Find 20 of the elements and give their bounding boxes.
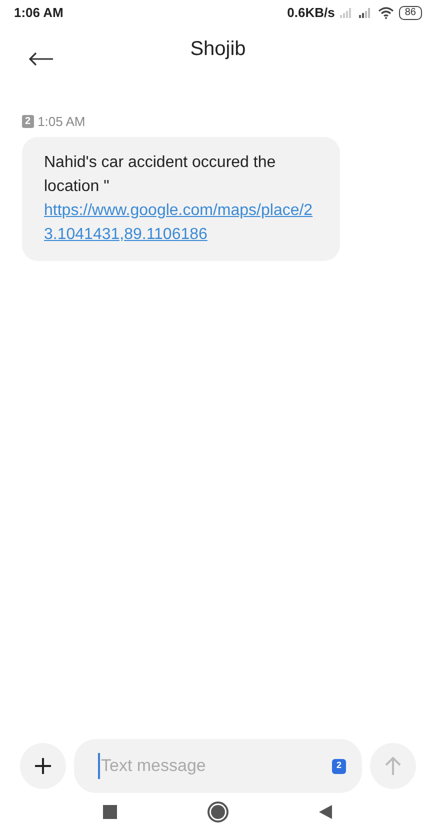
up-arrow-icon xyxy=(384,756,402,776)
message-text: Nahid's car accident occured the location " https://www.google.com/maps/place/23.1041431,89.1106186 xyxy=(44,150,318,246)
wifi-icon xyxy=(378,7,394,19)
map-link[interactable]: https://www.google.com/maps/place/23.1041431,89.1106186 xyxy=(44,198,318,246)
sim-badge: 2 xyxy=(22,115,34,128)
plus-icon xyxy=(34,757,52,775)
battery-indicator: 86 xyxy=(398,6,422,20)
signal-icon xyxy=(358,8,373,18)
message-time: 1:05 AM xyxy=(38,113,86,131)
home-circle-icon[interactable] xyxy=(207,801,229,823)
signal-icon xyxy=(340,8,354,18)
network-speed: 0.6KB/s xyxy=(287,4,335,22)
contact-name: Shojib xyxy=(190,37,246,62)
message-input[interactable]: Text message xyxy=(98,753,332,779)
back-triangle-icon[interactable] xyxy=(319,805,333,819)
back-arrow-icon[interactable] xyxy=(28,52,54,66)
message-field[interactable]: Text message 2 xyxy=(74,739,362,793)
sim-badge[interactable]: 2 xyxy=(332,758,346,774)
add-button[interactable] xyxy=(20,743,66,789)
status-time: 1:06 AM xyxy=(14,4,64,22)
